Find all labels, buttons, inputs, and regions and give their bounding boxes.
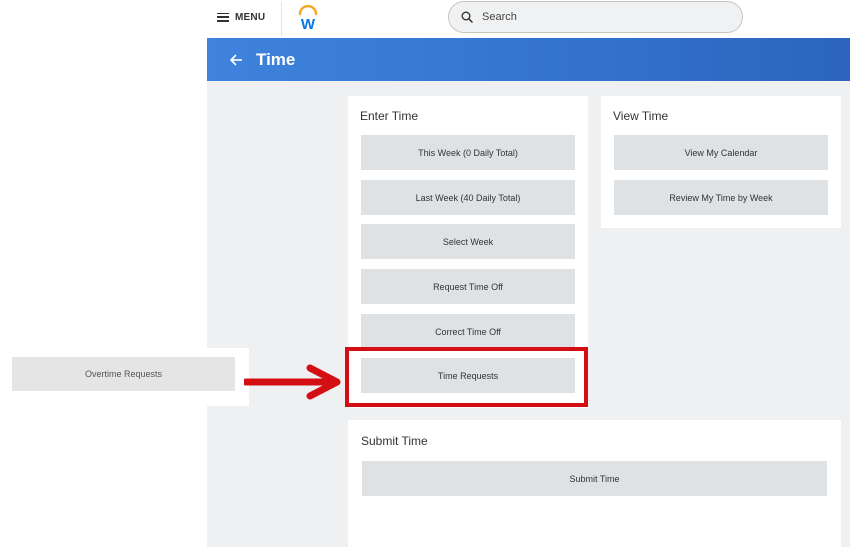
page-header: Time: [207, 38, 850, 81]
svg-text:W: W: [301, 16, 316, 31]
correct-time-off-button[interactable]: Correct Time Off: [361, 314, 575, 349]
request-time-off-button[interactable]: Request Time Off: [361, 269, 575, 304]
search-placeholder: Search: [482, 11, 517, 23]
overtime-requests-button[interactable]: Overtime Requests: [12, 357, 235, 391]
divider: [281, 2, 282, 36]
back-arrow-icon[interactable]: [229, 53, 243, 67]
time-requests-button[interactable]: Time Requests: [361, 358, 575, 393]
red-arrow-icon: [244, 364, 341, 400]
this-week-button[interactable]: This Week (0 Daily Total): [361, 135, 575, 170]
search-icon: [461, 11, 473, 23]
menu-label: MENU: [235, 11, 266, 23]
review-my-time-button[interactable]: Review My Time by Week: [614, 180, 828, 215]
submit-time-title: Submit Time: [361, 434, 428, 448]
view-my-calendar-button[interactable]: View My Calendar: [614, 135, 828, 170]
select-week-button[interactable]: Select Week: [361, 224, 575, 259]
submit-time-button[interactable]: Submit Time: [362, 461, 827, 496]
enter-time-title: Enter Time: [360, 109, 419, 123]
overtime-callout: Overtime Requests: [0, 348, 249, 406]
page-title: Time: [256, 49, 296, 69]
menu-button[interactable]: MENU: [217, 9, 265, 25]
view-time-title: View Time: [613, 109, 669, 123]
last-week-button[interactable]: Last Week (40 Daily Total): [361, 180, 575, 215]
hamburger-icon: [217, 12, 229, 22]
workday-logo[interactable]: W: [295, 5, 321, 31]
top-bar: MENU W Search: [207, 0, 850, 38]
search-input[interactable]: Search: [448, 1, 743, 33]
